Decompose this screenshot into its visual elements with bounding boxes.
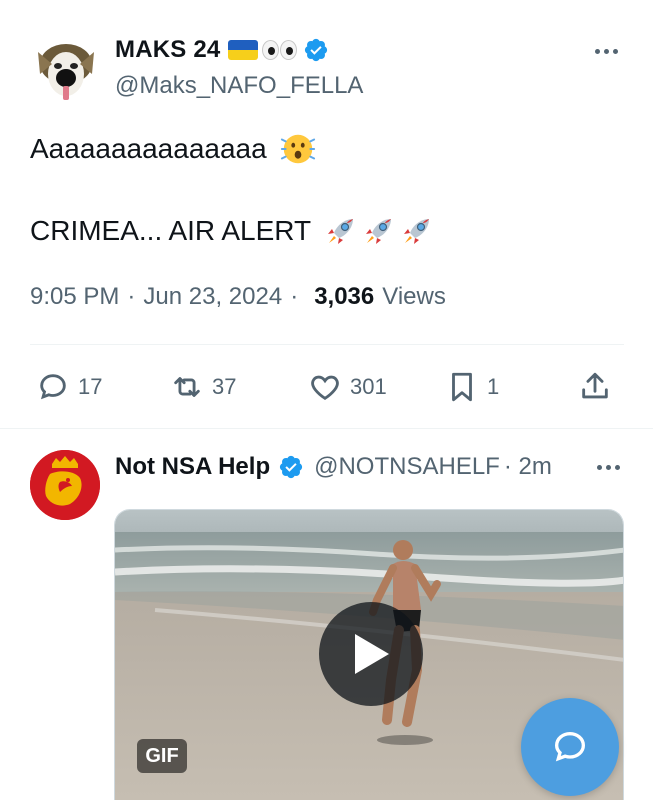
- repost-icon: [174, 377, 200, 397]
- reply-bubble-icon: [554, 731, 586, 762]
- main-post: MAKS 24 @Maks_NAFO_FELLA Aaaaaaaaaaaaaaa…: [0, 0, 653, 430]
- author-name-row[interactable]: MAKS 24: [115, 33, 329, 67]
- verified-badge-icon: [305, 38, 328, 62]
- reply-author-handle[interactable]: @NOTNSAHELF: [314, 453, 500, 481]
- reply-count: 17: [78, 374, 103, 399]
- eyes-icon: [262, 40, 298, 60]
- more-options-icon[interactable]: [590, 36, 622, 66]
- more-options-icon[interactable]: [592, 452, 624, 482]
- rocket-icon: [328, 219, 354, 244]
- reply-button[interactable]: 17: [36, 360, 102, 414]
- divider: [30, 344, 624, 345]
- post-text-line-2: CRIMEA... AIR ALERT: [30, 213, 435, 249]
- repost-button[interactable]: 37: [170, 360, 236, 414]
- bookmark-count: 1: [487, 374, 500, 399]
- like-button[interactable]: 301: [308, 360, 387, 414]
- action-bar: 17 37 301 1: [0, 360, 653, 414]
- post-text-2: CRIMEA... AIR ALERT: [30, 215, 312, 246]
- heart-icon: [311, 375, 339, 401]
- author-handle[interactable]: @Maks_NAFO_FELLA: [115, 72, 363, 100]
- share-icon: [582, 372, 608, 399]
- play-icon: [355, 634, 389, 674]
- bookmark-icon: [452, 372, 472, 402]
- meta-separator: ·: [290, 283, 299, 310]
- reply-author-display-name[interactable]: Not NSA Help: [115, 453, 270, 481]
- reply-time[interactable]: · 2m: [504, 453, 552, 481]
- post-metadata: 9:05 PM · Jun 23, 2024 · 3,036 Views: [30, 283, 446, 311]
- rocket-icon: [404, 219, 430, 244]
- post-time[interactable]: 9:05 PM: [30, 283, 119, 311]
- compose-reply-button[interactable]: [521, 698, 619, 796]
- reply-icon: [40, 374, 66, 400]
- post-text-line-1: Aaaaaaaaaaaaaaa: [30, 130, 317, 168]
- rocket-icon: [366, 219, 392, 244]
- post-text-1: Aaaaaaaaaaaaaaa: [30, 133, 267, 164]
- bookmark-button[interactable]: 1: [445, 360, 499, 414]
- author-avatar[interactable]: [30, 34, 102, 106]
- like-count: 301: [350, 374, 387, 399]
- views-label[interactable]: Views: [382, 283, 446, 311]
- divider: [0, 428, 653, 429]
- reply-author-avatar[interactable]: [30, 450, 100, 520]
- meta-separator: ·: [127, 283, 136, 310]
- post-date[interactable]: Jun 23, 2024: [143, 283, 282, 311]
- face-with-open-mouth-icon: [280, 134, 315, 164]
- author-display-name[interactable]: MAKS 24: [115, 36, 220, 64]
- views-count[interactable]: 3,036: [314, 283, 374, 311]
- ukraine-flag-icon: [228, 40, 259, 60]
- reply-author-row[interactable]: Not NSA Help @NOTNSAHELF · 2m: [115, 450, 552, 484]
- rockets: [323, 213, 435, 249]
- repost-count: 37: [212, 374, 237, 399]
- share-button[interactable]: [578, 360, 612, 414]
- play-button[interactable]: [319, 602, 423, 706]
- gif-badge: GIF: [137, 739, 187, 773]
- verified-badge-icon: [280, 455, 303, 479]
